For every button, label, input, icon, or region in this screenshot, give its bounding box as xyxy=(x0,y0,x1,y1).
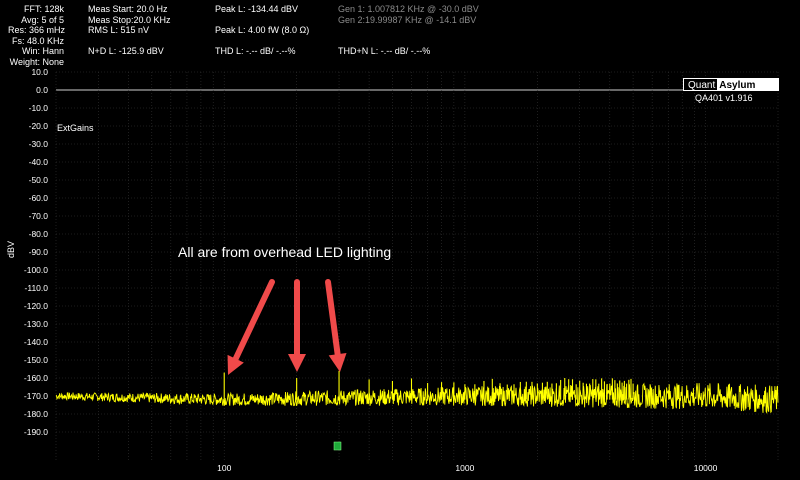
y-tick-label: -70.0 xyxy=(29,211,49,221)
y-tick-label: -20.0 xyxy=(29,121,49,131)
y-tick-label: -190.0 xyxy=(24,427,48,437)
spectrum-plot[interactable]: 10.0 0.0 -10.0 -20.0 -30.0 -40.0 -50.0 -60.0 -70… xyxy=(0,0,800,480)
y-tick-label: -90.0 xyxy=(29,247,49,257)
logo-asylum: Asylum xyxy=(717,79,778,91)
y-tick-label: -100.0 xyxy=(24,265,48,275)
y-tick-label: -110.0 xyxy=(25,283,49,293)
series-label: ExtGains xyxy=(57,123,94,133)
y-tick-label: 10.0 xyxy=(31,67,48,77)
y-tick-label: -180.0 xyxy=(24,409,48,419)
y-tick-label: -60.0 xyxy=(29,193,49,203)
y-tick-label: -160.0 xyxy=(24,373,48,383)
version-label: QA401 v1.916 xyxy=(695,93,753,103)
x-axis-ticks: 100 1000 10000 xyxy=(217,463,718,473)
quantasylum-logo: Quant Asylum xyxy=(683,78,779,91)
x-tick-label: 100 xyxy=(217,463,231,473)
x-tick-label: 10000 xyxy=(694,463,718,473)
y-axis-label: dBV xyxy=(6,240,16,258)
y-tick-label: -140.0 xyxy=(24,337,48,347)
y-axis-ticks: 10.0 0.0 -10.0 -20.0 -30.0 -40.0 -50.0 -60.0 -70… xyxy=(24,67,48,437)
generator-marker[interactable] xyxy=(333,441,342,451)
y-tick-label: -130.0 xyxy=(24,319,48,329)
y-tick-label: -120.0 xyxy=(24,301,48,311)
y-tick-label: 0.0 xyxy=(36,85,48,95)
y-tick-label: -10.0 xyxy=(29,103,49,113)
x-tick-label: 1000 xyxy=(455,463,474,473)
y-tick-label: -150.0 xyxy=(24,355,48,365)
y-tick-label: -50.0 xyxy=(29,175,49,185)
y-tick-label: -170.0 xyxy=(24,391,48,401)
y-tick-label: -80.0 xyxy=(29,229,49,239)
y-tick-label: -40.0 xyxy=(29,157,49,167)
annotation-text: All are from overhead LED lighting xyxy=(178,244,392,260)
y-tick-label: -30.0 xyxy=(29,139,49,149)
logo-quant: Quant xyxy=(684,79,718,91)
